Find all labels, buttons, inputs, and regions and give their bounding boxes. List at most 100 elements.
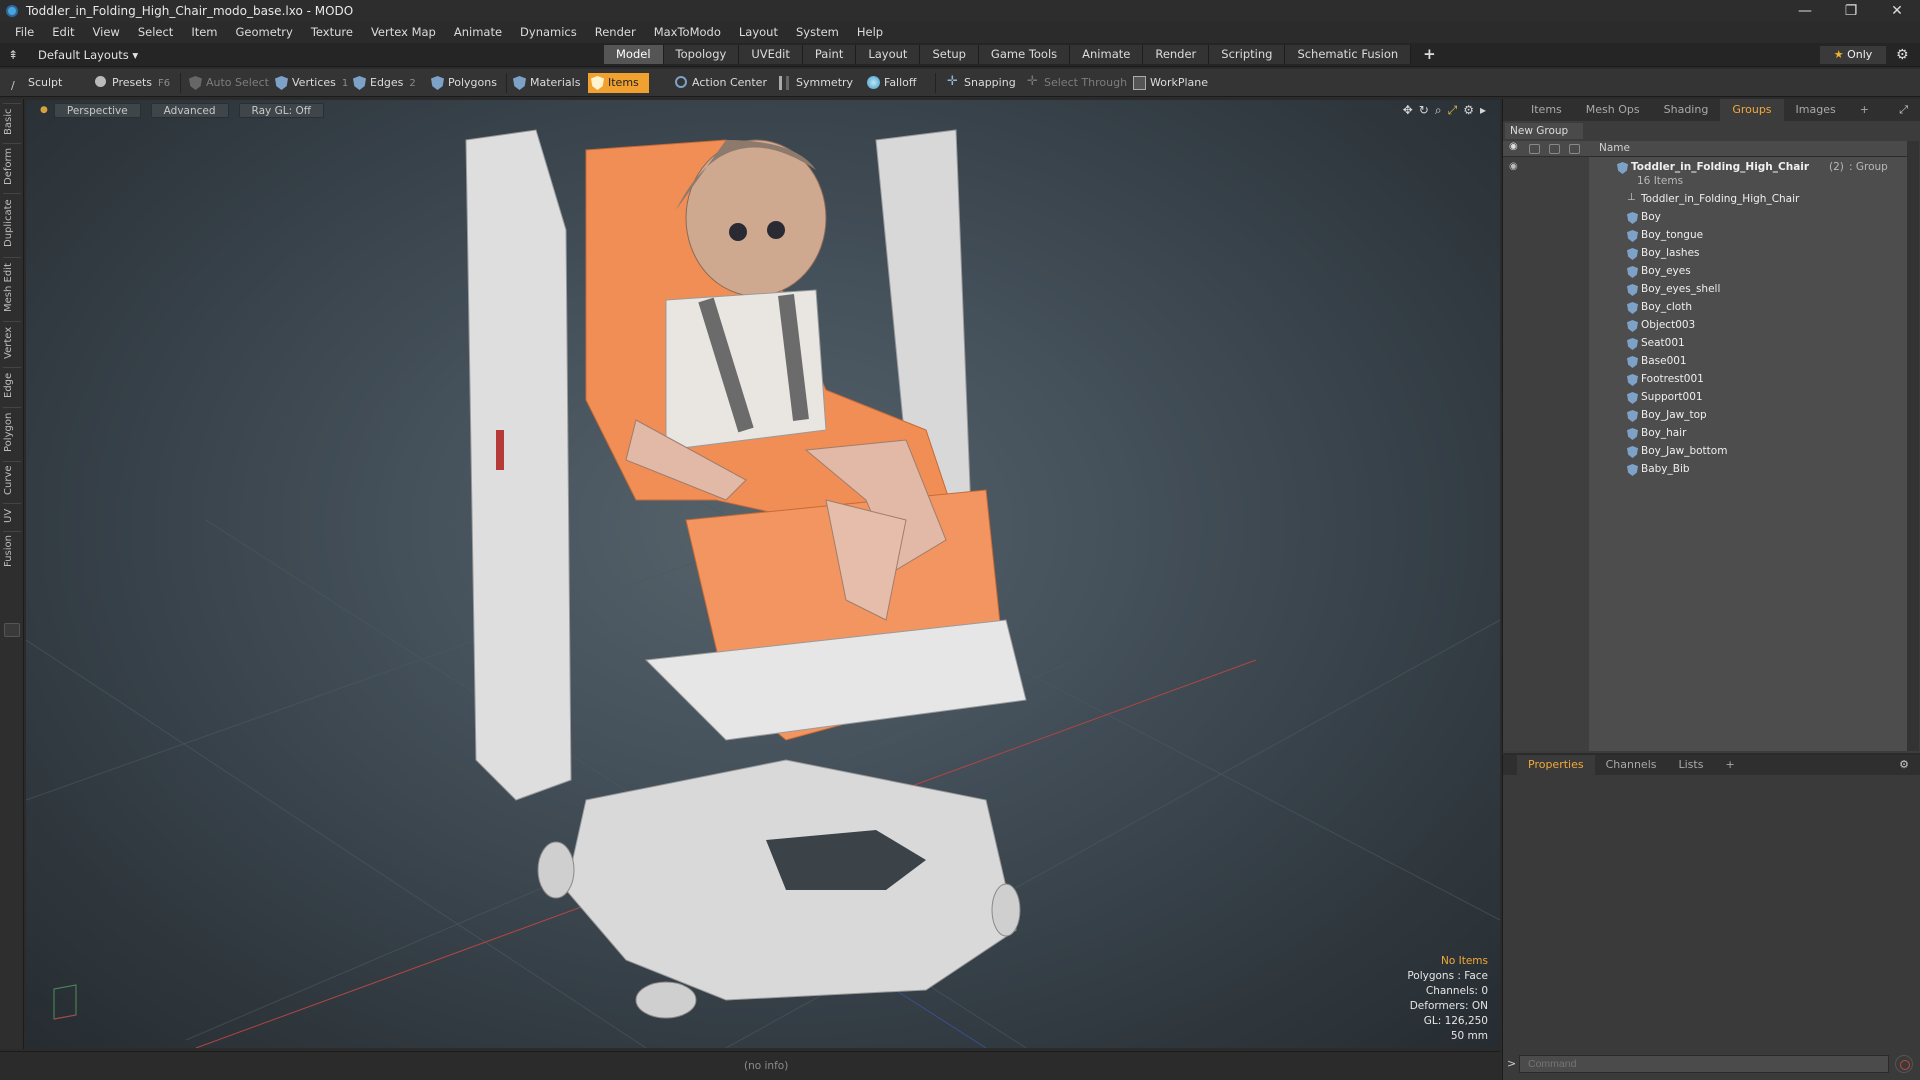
menu-view[interactable]: View: [84, 25, 129, 39]
close-button[interactable]: ✕: [1874, 0, 1920, 22]
tab-game-tools[interactable]: Game Tools: [978, 45, 1071, 64]
list-item[interactable]: Object003: [1503, 317, 1907, 335]
list-item[interactable]: Support001: [1503, 389, 1907, 407]
tab-shading[interactable]: Shading: [1652, 99, 1721, 121]
tab-topology[interactable]: Topology: [663, 45, 740, 64]
perspective-button[interactable]: Perspective: [53, 102, 141, 118]
properties-settings-icon[interactable]: ⚙: [1888, 755, 1920, 775]
vtab-curve[interactable]: Curve: [3, 461, 21, 499]
list-item[interactable]: Boy: [1503, 209, 1907, 227]
auto-select-button[interactable]: Auto Select: [186, 73, 269, 93]
only-toggle[interactable]: ★ Only: [1820, 46, 1886, 64]
tab-lists[interactable]: Lists: [1668, 755, 1715, 775]
panel-toggle-button[interactable]: [4, 623, 20, 637]
symmetry-button[interactable]: Symmetry: [776, 73, 853, 93]
restore-button[interactable]: ❐: [1828, 0, 1874, 22]
tab-groups[interactable]: Groups: [1720, 99, 1784, 121]
snapping-button[interactable]: ✛ Snapping: [944, 73, 1016, 93]
render-column-icon[interactable]: [1529, 144, 1540, 154]
tab-layout[interactable]: Layout: [856, 45, 921, 64]
command-input[interactable]: [1519, 1055, 1889, 1073]
action-center-button[interactable]: Action Center: [672, 73, 767, 93]
add-panel-tab-button[interactable]: +: [1848, 99, 1881, 121]
vtab-deform[interactable]: Deform: [3, 143, 21, 189]
menu-maxtomodo[interactable]: MaxToModo: [645, 25, 730, 39]
layout-dropdown[interactable]: Default Layouts ▾: [38, 48, 138, 62]
list-item[interactable]: ⊥ Toddler_in_Folding_High_Chair: [1503, 191, 1907, 209]
list-item[interactable]: Boy_lashes: [1503, 245, 1907, 263]
menu-animate[interactable]: Animate: [445, 25, 511, 39]
tab-animate[interactable]: Animate: [1070, 45, 1144, 64]
polygons-button[interactable]: Polygons: [428, 73, 497, 93]
tab-model[interactable]: Model: [604, 45, 664, 64]
items-button[interactable]: Items: [588, 73, 649, 93]
menu-file[interactable]: File: [6, 25, 43, 39]
vtab-mesh-edit[interactable]: Mesh Edit: [3, 257, 21, 317]
vtab-duplicate[interactable]: Duplicate: [3, 193, 21, 253]
menu-render[interactable]: Render: [586, 25, 645, 39]
fit-view-icon[interactable]: ⤢: [1448, 103, 1458, 118]
list-item[interactable]: Boy_eyes_shell: [1503, 281, 1907, 299]
tab-images[interactable]: Images: [1784, 99, 1848, 121]
menu-edit[interactable]: Edit: [43, 25, 83, 39]
vtab-fusion[interactable]: Fusion: [3, 531, 21, 571]
menu-geometry[interactable]: Geometry: [227, 25, 302, 39]
vtab-polygon[interactable]: Polygon: [3, 407, 21, 457]
expand-view-icon[interactable]: ▸: [1480, 103, 1486, 118]
falloff-button[interactable]: Falloff: [864, 73, 916, 93]
tab-scripting[interactable]: Scripting: [1209, 45, 1286, 64]
menu-texture[interactable]: Texture: [302, 25, 362, 39]
lock-column-icon[interactable]: [1549, 144, 1560, 154]
zoom-view-icon[interactable]: ⌕: [1435, 103, 1442, 118]
sculpt-button[interactable]: ∕ Sculpt: [8, 73, 62, 93]
menu-dynamics[interactable]: Dynamics: [511, 25, 586, 39]
expand-panel-icon[interactable]: ⤢: [1887, 99, 1920, 121]
tree-scrollbar[interactable]: [1907, 141, 1919, 751]
menu-select[interactable]: Select: [129, 25, 182, 39]
tab-setup[interactable]: Setup: [920, 45, 979, 64]
list-item[interactable]: Baby_Bib: [1503, 461, 1907, 479]
tab-properties[interactable]: Properties: [1517, 755, 1595, 775]
tab-render[interactable]: Render: [1143, 45, 1210, 64]
select-through-button[interactable]: ✛ Select Through: [1024, 73, 1127, 93]
list-item[interactable]: Boy_hair: [1503, 425, 1907, 443]
add-properties-tab-button[interactable]: +: [1714, 755, 1745, 775]
add-tab-button[interactable]: +: [1411, 45, 1448, 64]
record-icon[interactable]: [1895, 1055, 1913, 1073]
tab-uvedit[interactable]: UVEdit: [739, 45, 803, 64]
eye-icon[interactable]: ◉: [1509, 161, 1518, 172]
tab-items[interactable]: Items: [1519, 99, 1574, 121]
vtab-uv[interactable]: UV: [3, 503, 21, 527]
menu-help[interactable]: Help: [848, 25, 892, 39]
presets-button[interactable]: Presets F6: [92, 73, 170, 93]
tab-channels[interactable]: Channels: [1595, 755, 1668, 775]
move-view-icon[interactable]: ✥: [1403, 103, 1413, 118]
new-group-button[interactable]: New Group: [1505, 123, 1583, 139]
list-item[interactable]: Boy_Jaw_top: [1503, 407, 1907, 425]
layout-arrow-icon[interactable]: ⇞: [8, 48, 18, 62]
advanced-button[interactable]: Advanced: [150, 102, 229, 118]
visibility-column-icon[interactable]: ◉: [1509, 141, 1520, 152]
vtab-edge[interactable]: Edge: [3, 367, 21, 403]
tab-schematic-fusion[interactable]: Schematic Fusion: [1285, 45, 1412, 64]
menu-system[interactable]: System: [787, 25, 848, 39]
select-column-icon[interactable]: [1569, 144, 1580, 154]
list-item[interactable]: Footrest001: [1503, 371, 1907, 389]
raygl-button[interactable]: Ray GL: Off: [238, 102, 324, 118]
vtab-basic[interactable]: Basic: [3, 103, 21, 139]
list-item[interactable]: Boy_Jaw_bottom: [1503, 443, 1907, 461]
menu-item[interactable]: Item: [182, 25, 226, 39]
view-settings-icon[interactable]: ⚙: [1463, 103, 1474, 118]
materials-button[interactable]: Materials: [510, 73, 580, 93]
rotate-view-icon[interactable]: ↻: [1419, 103, 1429, 118]
minimize-button[interactable]: —: [1782, 0, 1828, 22]
viewport-options-icon[interactable]: ●: [40, 105, 48, 115]
menu-vertex-map[interactable]: Vertex Map: [362, 25, 445, 39]
name-column-header[interactable]: Name: [1599, 142, 1630, 154]
vertices-button[interactable]: Vertices 1: [272, 73, 348, 93]
3d-viewport[interactable]: ● Perspective Advanced Ray GL: Off ✥ ↻ ⌕…: [26, 100, 1500, 1048]
workplane-button[interactable]: WorkPlane: [1130, 73, 1208, 93]
menu-layout[interactable]: Layout: [730, 25, 787, 39]
list-item[interactable]: Boy_tongue: [1503, 227, 1907, 245]
edges-button[interactable]: Edges 2: [350, 73, 416, 93]
